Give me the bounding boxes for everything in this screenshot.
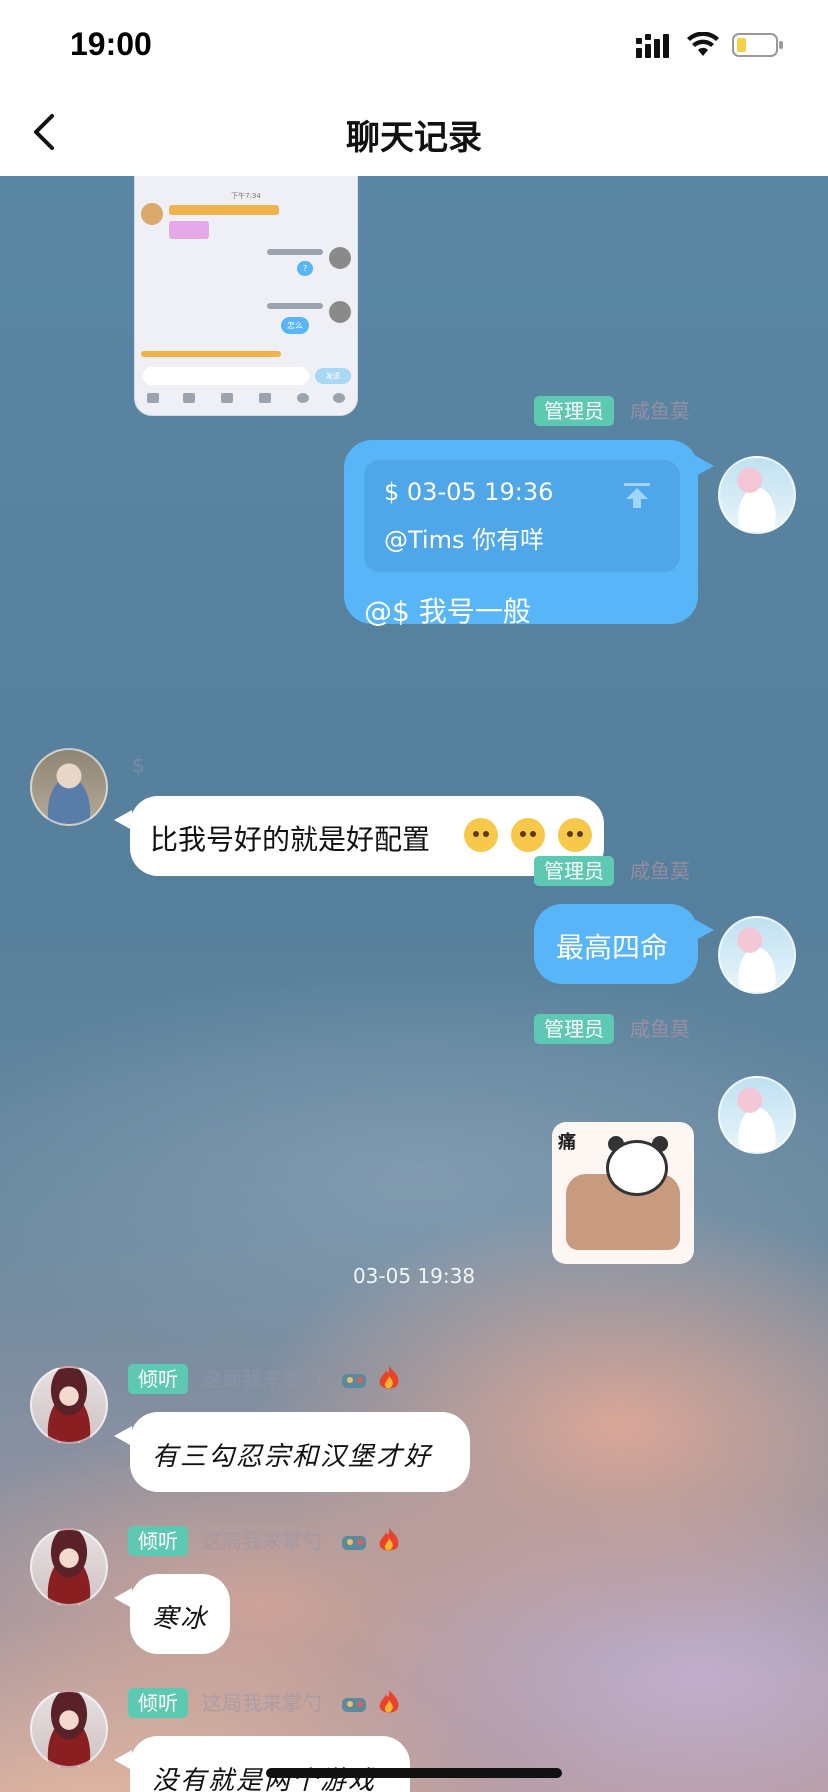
sender-name: 这局我来掌勺 [202,1691,322,1715]
wifi-icon [687,32,719,56]
battery-icon [732,33,783,57]
chat-area[interactable]: 下午7:34 ? 怎么 发送 管理员 咸鱼莫 $ 03-05 19:36 @Ti… [0,176,828,1792]
avatar[interactable] [718,1076,796,1154]
status-bar: 19:00 [0,0,828,88]
sticker-label: 痛 [558,1132,576,1153]
thumb-name-row [267,303,323,309]
message-text: 最高四命 [556,931,669,964]
nav-bar: 聊天记录 [0,88,828,176]
time-divider: 03-05 19:38 [352,1264,476,1288]
thumb-sticker [169,221,209,239]
message-bubble[interactable]: 没有就是两个游戏 [130,1736,410,1792]
doge-emoji-icon [464,818,498,852]
thumb-tool [297,393,309,403]
game-icon [342,1698,366,1712]
thumb-name-row [267,249,323,255]
role-badge: 管理员 [534,1014,614,1044]
thumb-input [143,367,309,385]
thumb-name-row [141,351,281,357]
message-bubble[interactable]: 最高四命 [534,904,698,984]
bubble-tail [696,920,714,940]
fire-icon [379,1690,399,1713]
message-text: @$ 我号一般 [364,595,531,628]
role-badge: 管理员 [534,396,614,426]
thumb-tool [259,393,271,403]
status-time: 19:00 [70,26,152,62]
message-bubble[interactable]: 有三勾忍宗和汉堡才好 [130,1412,470,1492]
message-bubble[interactable]: $ 03-05 19:36 @Tims 你有咩 @$ 我号一般 [344,440,698,628]
thumb-tool [333,393,345,403]
role-badge: 倾听 [128,1526,188,1556]
role-badge: 倾听 [128,1688,188,1718]
avatar[interactable] [30,1528,108,1606]
sender-name: 这局我来掌勺 [202,1529,322,1553]
thumb-avatar [329,301,351,323]
screenshot-image-message[interactable]: 下午7:34 ? 怎么 发送 [134,176,358,416]
emoji-group [456,818,593,852]
sticker-message[interactable]: 痛 [552,1122,694,1264]
sender-name: 这局我来掌勺 [202,1367,322,1391]
message-text: 有三勾忍宗和汉堡才好 [152,1442,433,1472]
quote-header: $ 03-05 19:36 [384,478,554,506]
sticker-panda-head [606,1140,668,1196]
game-icon [342,1536,366,1550]
sender-name: 咸鱼莫 [630,1017,690,1041]
quoted-message[interactable]: $ 03-05 19:36 @Tims 你有咩 [364,460,680,572]
pin-top-icon[interactable] [622,480,652,510]
message-text: 寒冰 [152,1604,209,1634]
avatar[interactable] [718,456,796,534]
role-badge: 倾听 [128,1364,188,1394]
thumb-avatar [329,247,351,269]
signal-icon [636,34,669,58]
thumb-send: 发送 [315,368,351,384]
bubble-tail [114,810,132,830]
bubble-tail [696,456,714,476]
thumb-avatar [141,203,163,225]
thumb-tool [147,393,159,403]
fire-icon [379,1366,399,1389]
bubble-tail [114,1426,132,1446]
avatar[interactable] [718,916,796,994]
bubble-tail [114,1588,132,1608]
doge-emoji-icon [558,818,593,852]
bubble-tail [114,1750,132,1770]
thumb-name-row [169,205,279,215]
home-indicator[interactable] [266,1768,562,1778]
message-text: 比我号好的就是好配置 [150,823,431,856]
sender-name: $ [132,753,145,777]
sender-name: 咸鱼莫 [630,399,690,423]
doge-emoji-icon [511,818,546,852]
sender-name: 咸鱼莫 [630,859,690,883]
game-icon [342,1374,366,1388]
thumb-tool [183,393,195,403]
thumb-tool [221,393,233,403]
avatar[interactable] [30,1690,108,1768]
thumb-bubble: ? [297,261,314,276]
role-badge: 管理员 [534,856,614,886]
quote-text: @Tims 你有咩 [384,526,545,554]
page-title: 聊天记录 [346,118,482,158]
message-bubble[interactable]: 比我号好的就是好配置 [130,796,604,876]
thumb-bubble: 怎么 [281,317,309,334]
fire-icon [379,1528,399,1551]
thumb-time: 下午7:34 [231,192,261,200]
avatar[interactable] [30,748,108,826]
avatar[interactable] [30,1366,108,1444]
message-bubble[interactable]: 寒冰 [130,1574,230,1654]
